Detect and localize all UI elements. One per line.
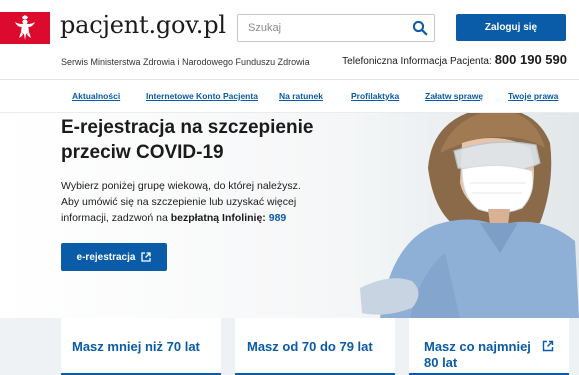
site-header: pacjent.gov.pl Serwis Ministerstwa Zdrow…	[0, 0, 579, 80]
hero-description: Wybierz poniżej grupę wiekową, do której…	[61, 178, 311, 226]
age-group-card-label: Masz od 70 do 79 lat	[247, 339, 373, 354]
e-registration-button[interactable]: e-rejestracja	[61, 243, 167, 271]
external-link-icon	[141, 252, 152, 262]
external-link-icon	[542, 340, 554, 352]
search-button[interactable]	[412, 20, 428, 36]
nav-item-zalatw-sprawe[interactable]: Załatw sprawę	[425, 91, 483, 101]
age-group-card-label: Masz mniej niż 70 lat	[72, 339, 200, 354]
site-subline: Serwis Ministerstwa Zdrowia i Narodowego…	[61, 57, 310, 67]
site-logo-text[interactable]: pacjent.gov.pl	[60, 11, 226, 39]
nav-item-na-ratunek[interactable]: Na ratunek	[279, 91, 323, 101]
hero-description-bold: bezpłatną Infolinię:	[170, 212, 266, 224]
login-button[interactable]: Zaloguj się	[456, 14, 566, 41]
e-registration-button-label: e-rejestracja	[76, 251, 136, 263]
white-eagle-icon	[15, 15, 35, 40]
infoline-number[interactable]: 989	[269, 212, 287, 224]
hotline-number[interactable]: 800 190 590	[495, 52, 567, 67]
nav-item-internetowe-konto-pacjenta[interactable]: Internetowe Konto Pacjenta	[146, 91, 258, 101]
search-input[interactable]	[238, 15, 408, 41]
hero-banner: E-rejestracja na szczepienie przeciw COV…	[0, 113, 579, 318]
hotline-label: Telefoniczna Informacja Pacjenta:	[342, 56, 492, 67]
age-group-cards: Masz mniej niż 70 lat Masz od 70 do 79 l…	[0, 318, 579, 375]
nurse-photo	[350, 113, 579, 318]
search-box	[237, 14, 435, 42]
polish-emblem-logo[interactable]	[0, 12, 50, 44]
age-group-card-under-70[interactable]: Masz mniej niż 70 lat	[61, 318, 221, 375]
nav-item-twoje-prawa[interactable]: Twoje prawa	[508, 91, 558, 101]
hero-title: E-rejestracja na szczepienie przeciw COV…	[61, 117, 314, 163]
nav-item-aktualnosci[interactable]: Aktualności	[72, 91, 120, 101]
age-group-card-label: Masz co najmniej 80 lat	[424, 339, 531, 370]
age-group-card-80-plus[interactable]: Masz co najmniej 80 lat	[409, 318, 569, 375]
age-group-card-70-79[interactable]: Masz od 70 do 79 lat	[235, 318, 395, 375]
search-icon	[412, 20, 428, 36]
patient-hotline: Telefoniczna Informacja Pacjenta: 800 190…	[342, 52, 567, 67]
main-navigation: Aktualności Internetowe Konto Pacjenta N…	[0, 80, 579, 113]
nav-item-profilaktyka[interactable]: Profilaktyka	[351, 91, 399, 101]
